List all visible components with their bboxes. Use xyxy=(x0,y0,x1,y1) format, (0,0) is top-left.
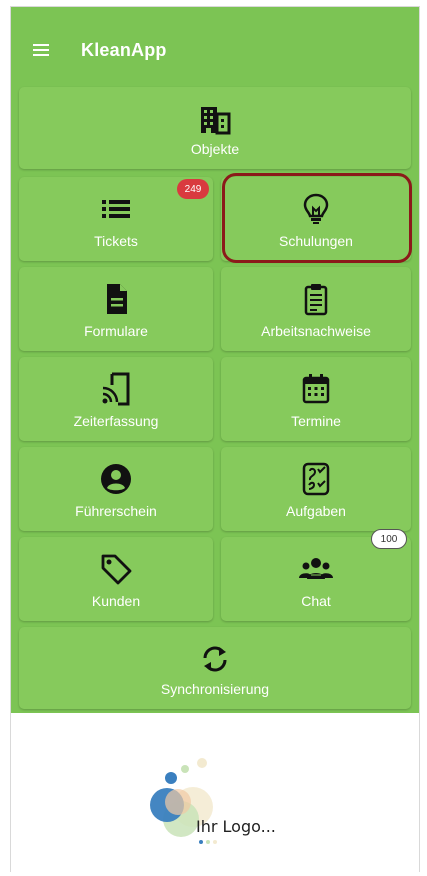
checklist-icon xyxy=(302,462,330,496)
chat-badge: 100 xyxy=(371,529,407,549)
lightbulb-icon xyxy=(303,193,329,224)
tile-formulare[interactable]: Formulare xyxy=(19,267,213,351)
phone-nfc-icon xyxy=(102,372,130,406)
logo-area: Ihr Logo... xyxy=(11,717,419,873)
list-icon xyxy=(102,200,130,218)
tile-aufgaben[interactable]: Aufgaben xyxy=(221,447,411,531)
tile-aufgaben-label: Aufgaben xyxy=(286,503,346,519)
tile-synchronisierung-label: Synchronisierung xyxy=(160,681,270,697)
tile-zeiterfassung-label: Zeiterfassung xyxy=(73,413,159,429)
company-logo xyxy=(150,758,217,844)
group-icon xyxy=(299,558,333,579)
tile-fuehrerschein-label: Führerschein xyxy=(75,503,157,519)
account-circle-icon xyxy=(101,464,131,494)
tile-arbeitsnachweise[interactable]: Arbeitsnachweise xyxy=(221,267,411,351)
app-frame: KleanApp Objekte Tickets 249 Schulungen … xyxy=(10,6,420,873)
logo-text: Ihr Logo... xyxy=(196,817,276,836)
tile-objekte[interactable]: Objekte xyxy=(19,87,411,169)
tile-zeiterfassung[interactable]: Zeiterfassung xyxy=(19,357,213,441)
tile-fuehrerschein[interactable]: Führerschein xyxy=(19,447,213,531)
sync-icon xyxy=(203,646,227,672)
tile-termine-label: Termine xyxy=(291,413,341,429)
tag-icon xyxy=(101,554,132,585)
menu-icon[interactable] xyxy=(33,44,49,56)
tile-arbeitsnachweise-label: Arbeitsnachweise xyxy=(261,323,371,339)
tickets-badge: 249 xyxy=(177,179,209,199)
calendar-icon xyxy=(302,374,330,404)
tile-formulare-label: Formulare xyxy=(84,323,148,339)
building-icon xyxy=(201,107,231,135)
tile-kunden[interactable]: Kunden xyxy=(19,537,213,621)
tile-tickets-label: Tickets xyxy=(94,233,138,249)
tile-objekte-label: Objekte xyxy=(190,141,240,157)
tile-chat[interactable]: Chat 100 xyxy=(221,529,411,621)
clipboard-icon xyxy=(304,284,328,316)
tile-schulungen[interactable]: Schulungen xyxy=(221,177,411,261)
tile-synchronisierung[interactable]: Synchronisierung xyxy=(19,627,411,709)
tile-schulungen-label: Schulungen xyxy=(279,233,353,249)
tile-grid: Objekte Tickets 249 Schulungen Formulare… xyxy=(11,79,419,713)
tile-chat-label: Chat xyxy=(301,593,331,609)
app-bar: KleanApp xyxy=(11,7,419,79)
document-icon xyxy=(107,284,127,314)
app-title: KleanApp xyxy=(81,40,167,60)
tile-kunden-label: Kunden xyxy=(91,593,141,609)
tile-termine[interactable]: Termine xyxy=(221,357,411,441)
tile-tickets[interactable]: Tickets 249 xyxy=(19,177,213,261)
